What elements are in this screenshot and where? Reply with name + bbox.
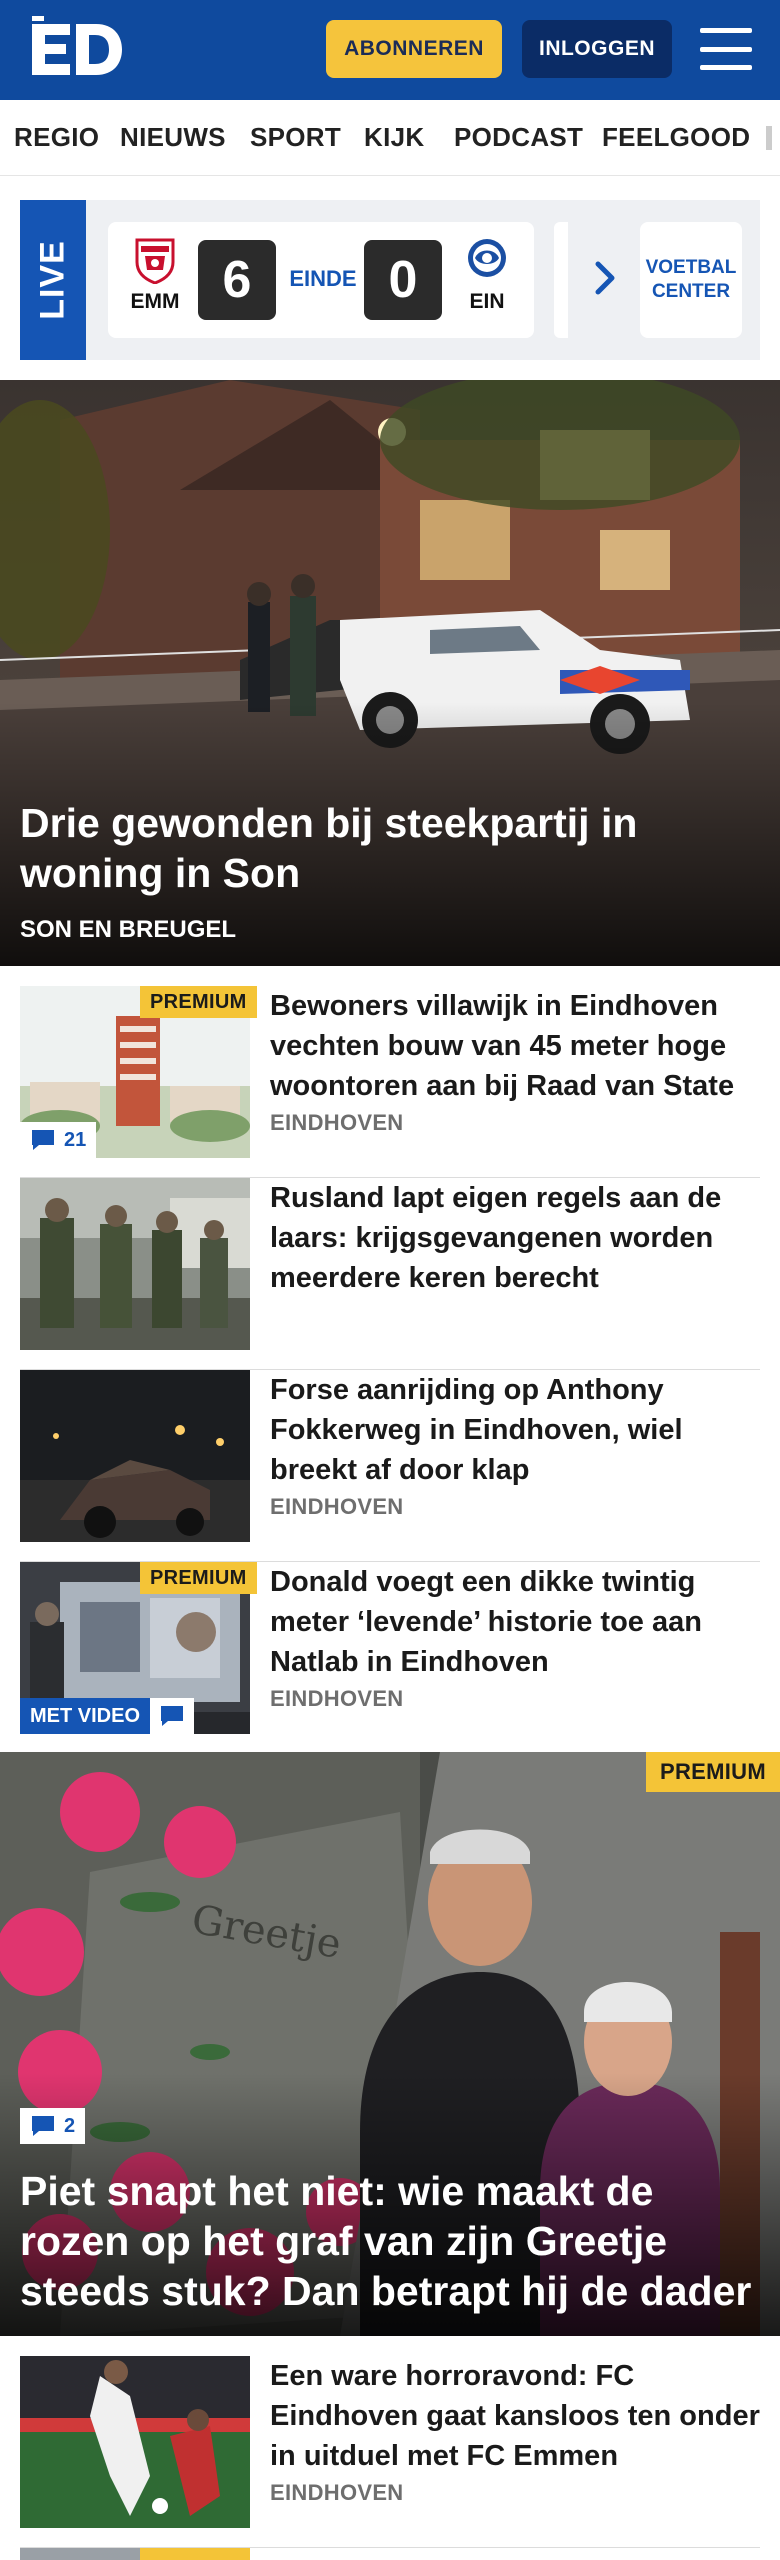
list-item[interactable]: Een ware horroravond: FC Eindhoven gaat … (20, 2356, 760, 2548)
nav-overflow-hint (766, 126, 772, 150)
nav-item-podcast[interactable]: PODCAST (454, 122, 583, 153)
list-item[interactable]: Forse aanrijding op Anthony Fokkerweg in… (20, 1370, 760, 1562)
match-status: EINDE (289, 266, 357, 291)
subscribe-button[interactable]: ABONNEREN (326, 20, 502, 78)
emmen-crest-icon (133, 236, 177, 285)
article-kicker: EINDHOVEN (270, 2480, 404, 2505)
hero-title[interactable]: Drie gewonden bij steekpartij in woning … (20, 798, 720, 898)
article-title[interactable]: Een ware horroravond: FC Eindhoven gaat … (270, 2356, 760, 2476)
comment-count-badge[interactable]: 2 (20, 2108, 86, 2144)
away-team: EIN (452, 236, 522, 314)
featured-title[interactable]: Piet snapt het niet: wie maakt de rozen … (20, 2166, 760, 2316)
voetbal-center-link[interactable]: VOETBAL CENTER (640, 222, 742, 338)
comment-count-badge[interactable]: 21 (20, 1122, 97, 1158)
comment-count: 2 (64, 2114, 76, 2137)
next-match-card[interactable] (554, 222, 568, 338)
site-header: ABONNEREN INLOGGEN (0, 0, 780, 100)
article-title[interactable]: Donald voegt een dikke twintig meter ‘le… (270, 1562, 760, 1682)
live-scores-bar: LIVE EMM 6 EINDE 0 EIN VOETBAL CENTER (20, 200, 760, 360)
premium-badge: PREMIUM (646, 1752, 780, 1792)
comment-icon (32, 1130, 54, 1150)
article-kicker: EINDHOVEN (270, 1110, 404, 1135)
comment-icon (32, 2116, 54, 2136)
list-item[interactable]: Rusland lapt eigen regels aan de laars: … (20, 1178, 760, 1370)
home-score: 6 (198, 240, 276, 320)
away-team-abbr: EIN (469, 290, 505, 313)
ed-logo-mark (32, 16, 122, 75)
ed-logo[interactable] (22, 16, 122, 82)
article-thumbnail (20, 2356, 250, 2528)
chevron-right-icon[interactable] (592, 258, 620, 298)
list-item-partial[interactable] (20, 2548, 760, 2560)
article-thumbnail (20, 1370, 250, 1542)
login-button[interactable]: INLOGGEN (522, 20, 672, 78)
comment-count: 21 (64, 1128, 87, 1151)
article-title[interactable]: Bewoners villawijk in Eindhoven vechten … (270, 986, 760, 1106)
video-badge[interactable]: MET VIDEO (20, 1698, 195, 1734)
home-team: EMM (120, 236, 190, 314)
article-title[interactable]: Rusland lapt eigen regels aan de laars: … (270, 1178, 760, 1298)
live-label: LIVE (33, 240, 72, 320)
section-nav: REGIO NIEUWS SPORT KIJK PODCAST FEELGOOD (0, 100, 780, 176)
premium-badge: PREMIUM (140, 1562, 257, 1594)
hero-article[interactable]: Drie gewonden bij steekpartij in woning … (0, 380, 780, 966)
match-card[interactable]: EMM 6 EINDE 0 EIN (108, 222, 534, 338)
list-item[interactable]: PREMIUM 21 Bewoners villawijk in Eindhov… (20, 986, 760, 1178)
list-item[interactable]: PREMIUM MET VIDEO Donald voegt een dikke… (20, 1562, 760, 1754)
away-score: 0 (364, 240, 442, 320)
premium-badge-partial (140, 2548, 250, 2560)
article-kicker: EINDHOVEN (270, 1494, 404, 1519)
article-thumbnail (20, 1178, 250, 1350)
premium-badge: PREMIUM (140, 986, 257, 1018)
nav-item-sport[interactable]: SPORT (250, 122, 341, 153)
hero-kicker: SON EN BREUGEL (20, 916, 237, 943)
nav-item-nieuws[interactable]: NIEUWS (120, 122, 226, 153)
nav-item-regio[interactable]: REGIO (14, 122, 99, 153)
article-kicker: EINDHOVEN (270, 1686, 404, 1711)
comment-icon[interactable] (150, 1698, 195, 1734)
nav-item-kijk[interactable]: KIJK (364, 122, 424, 153)
nav-item-feelgood[interactable]: FEELGOOD (602, 122, 750, 153)
hamburger-menu-icon[interactable] (700, 26, 752, 72)
video-badge-label: MET VIDEO (20, 1698, 151, 1734)
eindhoven-crest-icon (465, 236, 509, 284)
live-tag: LIVE (20, 200, 86, 360)
article-title[interactable]: Forse aanrijding op Anthony Fokkerweg in… (270, 1370, 760, 1490)
home-team-abbr: EMM (130, 290, 180, 313)
featured-article[interactable]: Greetje PREMIUM 2 Piet snapt het niet: w… (0, 1752, 780, 2336)
